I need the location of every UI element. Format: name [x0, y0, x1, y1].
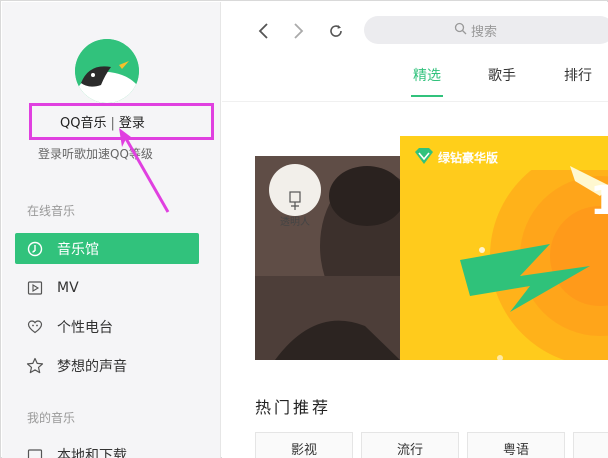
chip-film[interactable]: 影视 [255, 432, 353, 458]
top-bar: 搜索 精选 歌手 排行 [222, 2, 608, 102]
banner-right-art: 1 [400, 136, 608, 360]
search-input[interactable]: 搜索 [364, 16, 608, 44]
banner-left[interactable]: 透明人 [255, 156, 400, 360]
tab-active-indicator [411, 95, 443, 97]
tab-singers[interactable]: 歌手 [488, 65, 516, 85]
sidebar: QQ音乐 | 登录 登录听歌加速QQ等级 在线音乐 音乐馆 MV 个性电台 梦想… [2, 2, 221, 458]
chip-more[interactable] [573, 432, 608, 458]
green-diamond-icon [414, 147, 434, 169]
svg-text:1: 1 [590, 178, 608, 224]
annotation-arrow [119, 128, 170, 213]
app-window: QQ音乐 | 登录 登录听歌加速QQ等级 在线音乐 音乐馆 MV 个性电台 梦想… [0, 0, 608, 458]
search-placeholder: 搜索 [471, 24, 498, 40]
tab-rankings[interactable]: 排行 [564, 65, 592, 85]
chip-cantonese[interactable]: 粤语 [467, 432, 565, 458]
banner-right-badge: 绿钻豪华版 [438, 151, 499, 165]
banner-left-art [255, 156, 400, 360]
forward-arrow-icon[interactable] [289, 20, 309, 42]
banner-right[interactable]: 1 绿钻豪华版 [400, 136, 608, 360]
back-arrow-icon[interactable] [253, 20, 273, 42]
main-panel: 搜索 精选 歌手 排行 透明人 1 绿钻豪华版 热门推荐 影视 流行 粤语 [222, 2, 608, 458]
banner-left-logo: 透明人 [271, 189, 319, 229]
hot-recommend-title: 热门推荐 [255, 398, 332, 417]
search-icon [454, 22, 467, 39]
banner-left-logo-text: 透明人 [280, 217, 310, 228]
transparent-man-icon [289, 191, 301, 210]
content-area: 透明人 1 绿钻豪华版 热门推荐 影视 流行 粤语 [222, 102, 608, 458]
refresh-icon[interactable] [326, 20, 346, 42]
tab-featured[interactable]: 精选 [413, 65, 441, 85]
chip-pop[interactable]: 流行 [361, 432, 459, 458]
